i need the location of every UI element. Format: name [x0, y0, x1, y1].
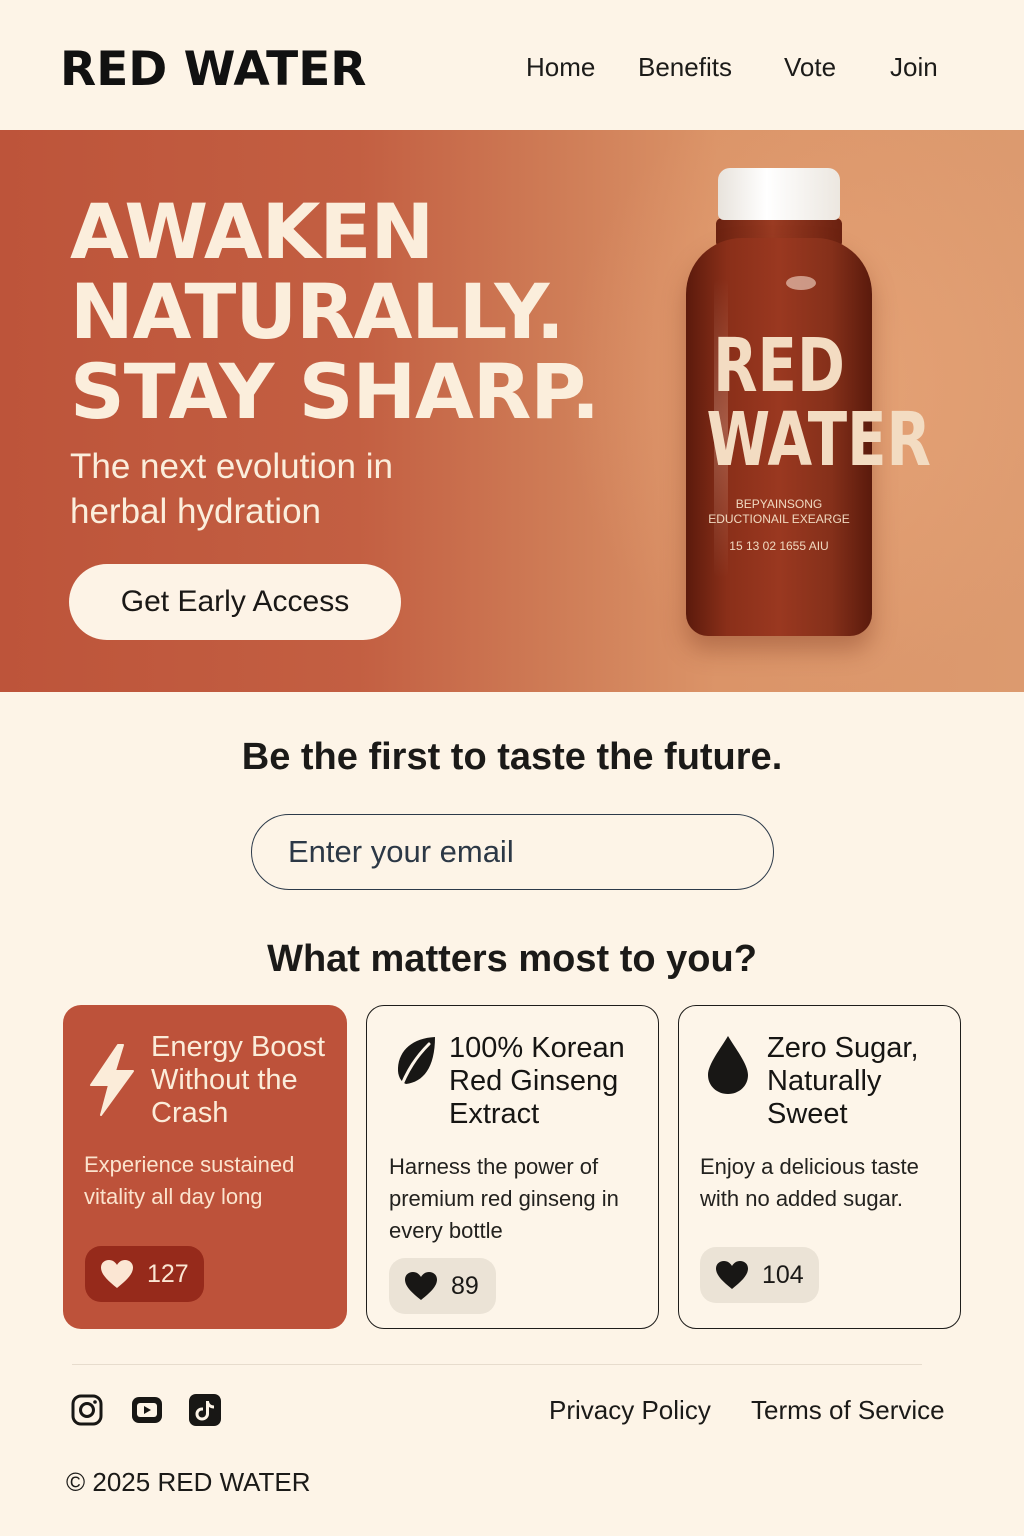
youtube-icon[interactable] [130, 1393, 164, 1427]
card-title: Energy Boost Without the Crash [151, 1031, 326, 1129]
headline-line-3: STAY SHARP. [70, 347, 600, 436]
lightning-icon [87, 1043, 137, 1122]
nav-join[interactable]: Join [890, 52, 938, 83]
hero-subhead: The next evolution in herbal hydration [70, 447, 393, 531]
nav-benefits[interactable]: Benefits [638, 52, 732, 83]
copyright-text: © 2025 RED WATER [66, 1467, 311, 1497]
vote-button[interactable]: 104 [700, 1247, 819, 1303]
headline-line-1: AWAKEN [70, 187, 434, 276]
leaf-icon [393, 1034, 439, 1099]
vote-count: 127 [147, 1259, 189, 1288]
vote-card-ginseng[interactable]: 100% Korean Red Ginseng Extract Harness … [366, 1005, 659, 1329]
nav-home[interactable]: Home [526, 52, 595, 83]
bottle-label-small-2: EDUCTIONAIL EXEARGE [708, 512, 850, 526]
get-early-access-button[interactable]: Get Early Access [69, 564, 401, 640]
hero-headline: AWAKEN NATURALLY. STAY SHARP. [70, 187, 600, 436]
card-description: Experience sustained vitality all day lo… [84, 1152, 295, 1209]
main-nav: Home Benefits Vote Join [0, 52, 1024, 86]
card-title: Zero Sugar, Naturally Sweet [767, 1032, 919, 1130]
vote-count: 104 [762, 1260, 804, 1289]
bottle-label-small-3: 15 13 02 1655 AIU [729, 539, 829, 553]
card-title: 100% Korean Red Ginseng Extract [449, 1032, 625, 1130]
card-description: Harness the power of premium red ginseng… [389, 1154, 619, 1243]
card-description: Enjoy a delicious taste with no added su… [700, 1154, 919, 1211]
droplet-icon [705, 1034, 751, 1101]
heart-icon [100, 1259, 134, 1289]
privacy-policy-link[interactable]: Privacy Policy [549, 1395, 711, 1426]
tiktok-icon[interactable] [188, 1393, 222, 1427]
hero-banner: AWAKEN NATURALLY. STAY SHARP. The next e… [0, 130, 1024, 692]
signup-tagline: Be the first to taste the future. [241, 736, 783, 778]
vote-button[interactable]: 127 [85, 1246, 204, 1302]
bottle-label-small-1: BEPYAINSONG [735, 497, 823, 511]
nav-vote[interactable]: Vote [784, 52, 836, 83]
heart-icon [404, 1271, 438, 1301]
instagram-icon[interactable] [70, 1393, 104, 1427]
vote-card-zero-sugar[interactable]: Zero Sugar, Naturally Sweet Enjoy a deli… [678, 1005, 961, 1329]
headline-line-2: NATURALLY. [70, 267, 565, 356]
bottle-body: RED WATER BEPYAINSONG EDUCTIONAIL EXEARG… [686, 238, 931, 636]
vote-button[interactable]: 89 [389, 1258, 496, 1314]
email-input[interactable] [251, 814, 774, 890]
vote-question: What matters most to you? [267, 938, 757, 980]
bottle-label-red: RED [713, 323, 845, 409]
product-bottle-image: RED WATER BEPYAINSONG EDUCTIONAIL EXEARG… [686, 168, 931, 638]
footer-divider [72, 1364, 922, 1365]
heart-icon [715, 1260, 749, 1290]
bottle-cap [718, 168, 840, 220]
terms-of-service-link[interactable]: Terms of Service [751, 1395, 945, 1426]
bottle-highlight [786, 276, 816, 290]
vote-count: 89 [451, 1271, 479, 1300]
vote-card-energy[interactable]: Energy Boost Without the Crash Experienc… [63, 1005, 347, 1329]
site-header: RED WATER Home Benefits Vote Join [0, 0, 1024, 130]
bottle-label-water: WATER [706, 397, 931, 483]
